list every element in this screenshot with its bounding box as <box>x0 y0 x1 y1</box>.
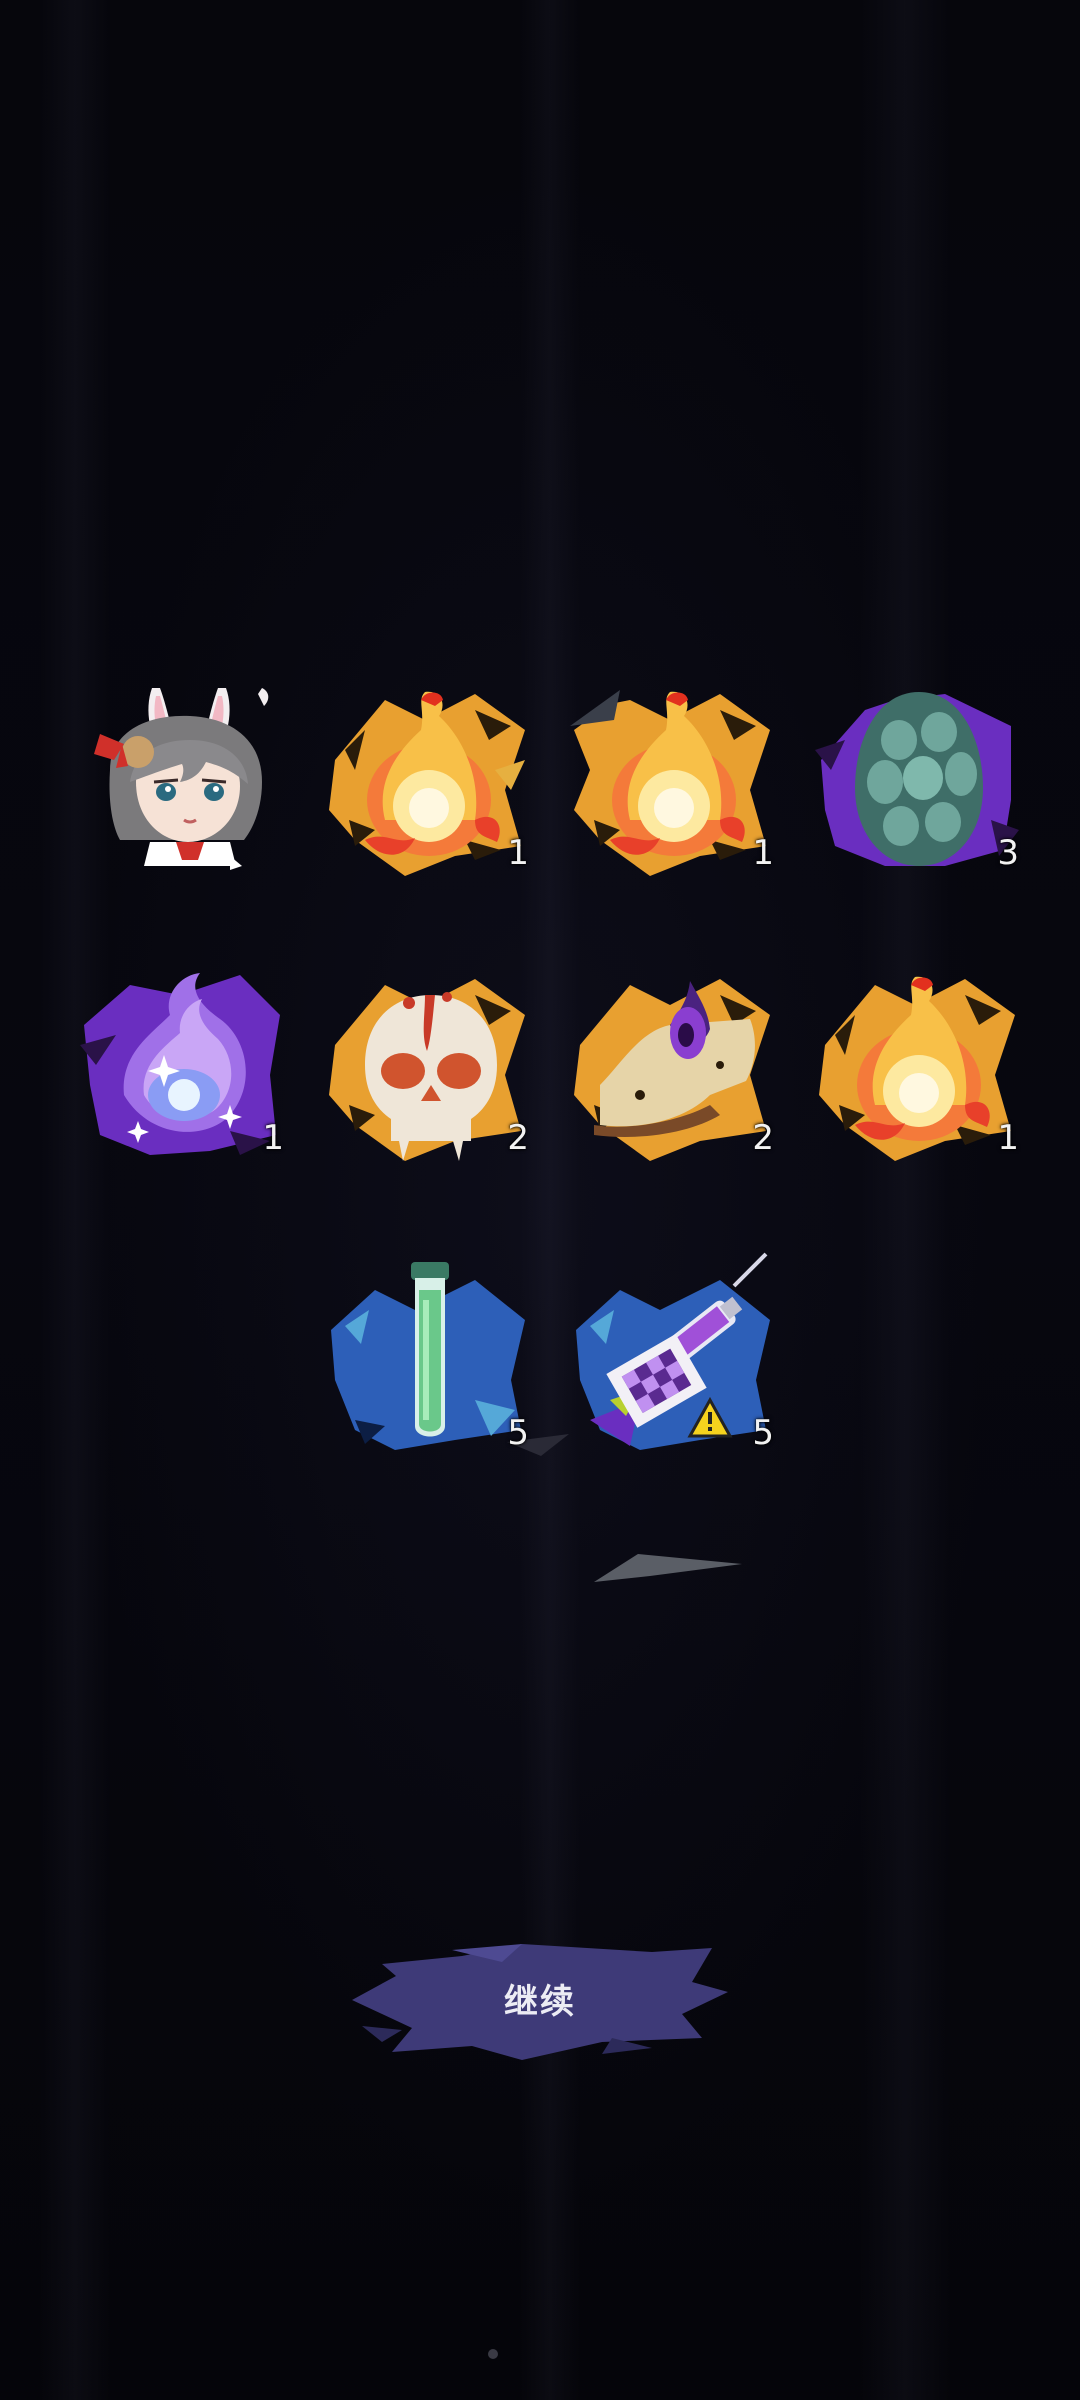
item-count: 1 <box>507 833 529 873</box>
home-indicator <box>488 2349 498 2359</box>
fire-bird-icon <box>819 976 1015 1161</box>
item-count: 1 <box>997 1118 1019 1158</box>
reward-item-portrait[interactable] <box>80 670 290 880</box>
purple-spirit-flame-icon <box>80 973 280 1155</box>
reward-item-fire-bird[interactable]: 1 <box>815 955 1025 1165</box>
item-count: 2 <box>507 1118 529 1158</box>
background-streak <box>860 0 950 2400</box>
item-count: 2 <box>752 1118 774 1158</box>
reward-item-cursed-scroll[interactable]: 2 <box>570 955 780 1165</box>
reward-item-test-tube[interactable]: 5 <box>325 1250 535 1460</box>
continue-button-label: 继续 <box>504 1982 576 2022</box>
green-test-tube-icon <box>331 1262 525 1450</box>
floating-shard <box>594 1554 742 1582</box>
bloody-skull-icon <box>329 979 525 1161</box>
item-count: 1 <box>262 1118 284 1158</box>
item-count: 1 <box>752 833 774 873</box>
fire-bird-icon <box>570 690 770 876</box>
purple-syringe-icon <box>576 1252 770 1450</box>
stone-egg-icon <box>815 692 1019 866</box>
reward-item-syringe[interactable]: 5 <box>570 1250 780 1460</box>
reward-item-fire-bird[interactable]: 1 <box>325 670 535 880</box>
item-count: 5 <box>507 1413 529 1453</box>
reward-item-purple-flame[interactable]: 1 <box>80 955 290 1165</box>
reward-item-fire-bird[interactable]: 1 <box>570 670 780 880</box>
reward-screen: 1 1 3 1 2 2 1 5 5 继续 <box>0 0 1080 2400</box>
continue-button[interactable]: 继续 <box>352 1942 728 2062</box>
background-streak <box>40 0 110 2400</box>
item-count: 5 <box>752 1413 774 1453</box>
rabbit-ear-girl-icon <box>94 688 269 870</box>
reward-item-stone-egg[interactable]: 3 <box>815 670 1025 880</box>
fire-bird-icon <box>329 691 525 876</box>
cursed-scroll-icon <box>574 979 770 1161</box>
reward-item-bloody-skull[interactable]: 2 <box>325 955 535 1165</box>
item-count: 3 <box>997 833 1019 873</box>
